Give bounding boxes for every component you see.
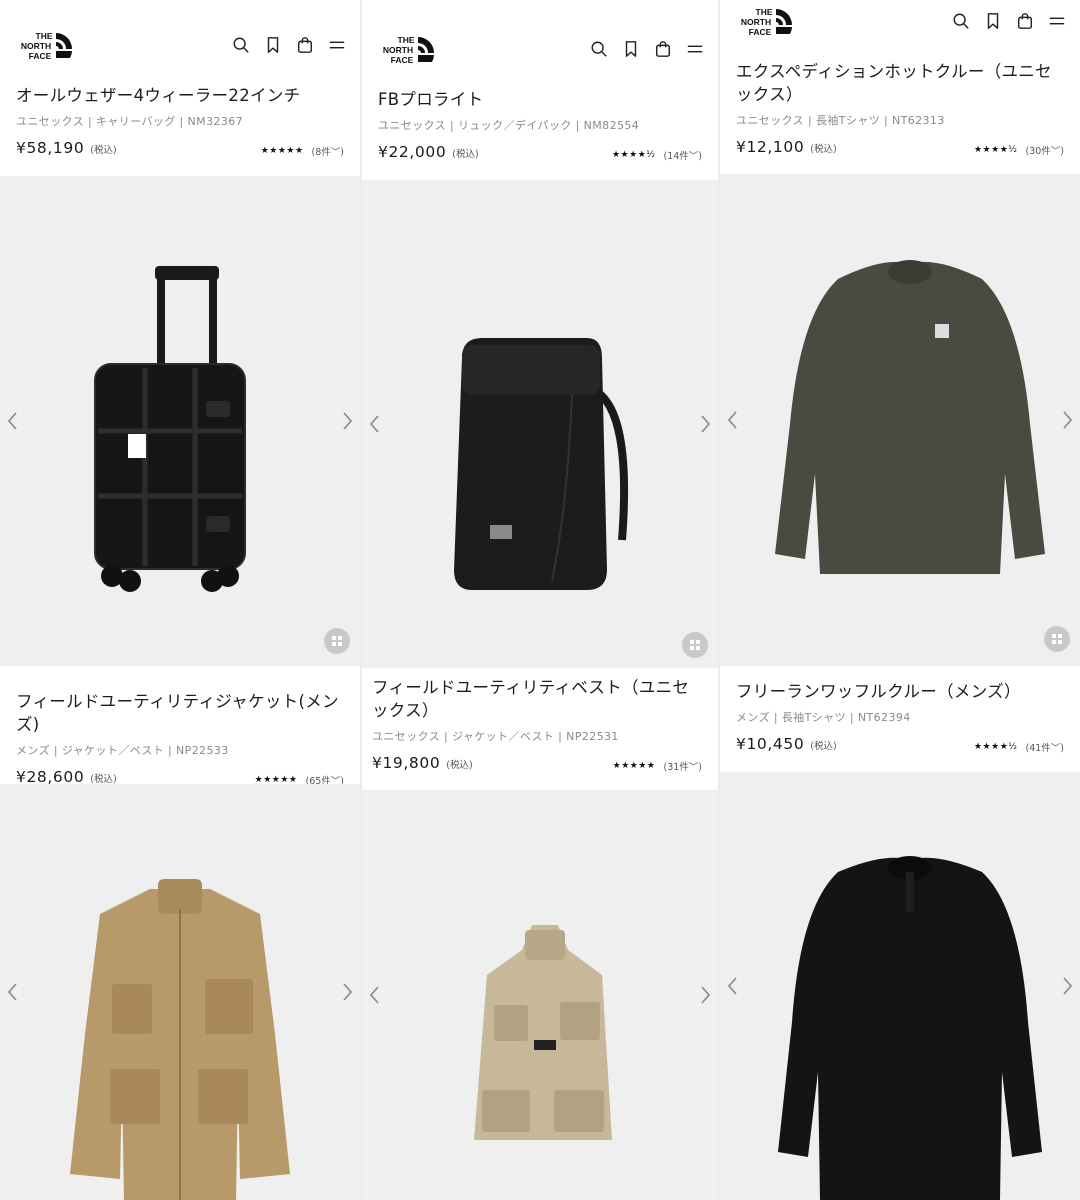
review-count[interactable]: (41件﹀) (1025, 740, 1064, 754)
product-image-carousel[interactable] (0, 176, 360, 666)
chevron-left-icon[interactable] (726, 974, 740, 998)
product-info[interactable]: フィールドユーティリティジャケット(メンズ) メンズ | ジャケット／ベスト |… (0, 690, 360, 787)
product-column-2: FBプロライト ユニセックス | リュック／デイパック | NM82554 ¥2… (362, 0, 718, 1200)
product-price: ¥10,450 (736, 735, 805, 753)
product-image-carousel[interactable] (720, 174, 1080, 666)
site-header (0, 10, 360, 80)
brand-logo[interactable] (14, 30, 74, 60)
chevron-right-icon[interactable] (698, 412, 712, 436)
grid-view-icon[interactable] (324, 628, 350, 654)
shopping-bag-icon[interactable] (1016, 12, 1034, 30)
search-icon[interactable] (232, 36, 250, 54)
backpack-image (454, 338, 629, 590)
bookmark-icon[interactable] (622, 40, 640, 58)
product-image-carousel[interactable] (362, 180, 718, 668)
rating[interactable]: ★★★★½ (14件﹀) (612, 148, 702, 162)
product-category: メンズ | ジャケット／ベスト | NP22533 (16, 744, 229, 757)
product-name[interactable]: フィールドユーティリティベスト（ユニセックス） (372, 676, 702, 722)
shopping-bag-icon[interactable] (296, 36, 314, 54)
shopping-bag-icon[interactable] (654, 40, 672, 58)
tax-included-label: (税込) (810, 144, 837, 155)
bookmark-icon[interactable] (264, 36, 282, 54)
product-category: メンズ | 長袖Tシャツ | NT62394 (736, 711, 911, 724)
rating[interactable]: ★★★★½ (30件﹀) (974, 143, 1064, 157)
rating-stars: ★★★★½ (973, 145, 1018, 155)
product-price: ¥12,100 (736, 138, 805, 156)
product-info[interactable]: フリーランワッフルクルー（メンズ） メンズ | 長袖Tシャツ | NT62394… (720, 680, 1080, 754)
grid-view-icon[interactable] (1044, 626, 1070, 652)
chevron-right-icon[interactable] (340, 409, 354, 433)
rating[interactable]: ★★★★½ (41件﹀) (974, 740, 1064, 754)
product-column-1: オールウェザー4ウィーラー22インチ ユニセックス | キャリーバッグ | NM… (0, 0, 360, 1200)
tax-included-label: (税込) (810, 741, 837, 752)
grid-view-icon[interactable] (682, 632, 708, 658)
rating-stars: ★★★★½ (973, 742, 1018, 752)
product-info[interactable]: フィールドユーティリティベスト（ユニセックス） ユニセックス | ジャケット／ベ… (362, 676, 718, 773)
rating[interactable]: ★★★★★ (31件﹀) (613, 759, 702, 773)
product-category: ユニセックス | リュック／デイパック | NM82554 (378, 119, 640, 132)
suitcase-image (94, 266, 246, 592)
product-info[interactable]: FBプロライト ユニセックス | リュック／デイパック | NM82554 ¥2… (362, 88, 718, 162)
hamburger-menu-icon[interactable] (1048, 12, 1066, 30)
site-header (362, 14, 718, 84)
chevron-left-icon[interactable] (6, 409, 20, 433)
product-image-carousel[interactable] (720, 772, 1080, 1200)
utility-vest-image (474, 925, 612, 1140)
review-count[interactable]: (31件﹀) (663, 759, 702, 773)
review-count[interactable]: (30件﹀) (1025, 143, 1064, 157)
product-category: ユニセックス | キャリーバッグ | NM32367 (16, 115, 244, 128)
rating[interactable]: ★★★★★ (8件﹀) (261, 144, 344, 158)
review-count[interactable]: (8件﹀) (312, 144, 344, 158)
product-column-3: エクスペディションホットクルー（ユニセックス） ユニセックス | 長袖Tシャツ … (720, 0, 1080, 1200)
product-name[interactable]: オールウェザー4ウィーラー22インチ (16, 84, 344, 107)
product-info[interactable]: エクスペディションホットクルー（ユニセックス） ユニセックス | 長袖Tシャツ … (720, 60, 1080, 157)
site-header (720, 0, 1080, 56)
product-name[interactable]: FBプロライト (378, 88, 702, 111)
product-name[interactable]: エクスペディションホットクルー（ユニセックス） (736, 60, 1064, 106)
hamburger-menu-icon[interactable] (686, 40, 704, 58)
brand-logo[interactable] (734, 6, 794, 36)
hamburger-menu-icon[interactable] (328, 36, 346, 54)
product-category: ユニセックス | 長袖Tシャツ | NT62313 (736, 114, 945, 127)
field-jacket-image (70, 879, 290, 1200)
rating-stars: ★★★★½ (611, 150, 656, 160)
chevron-left-icon[interactable] (6, 980, 20, 1004)
bookmark-icon[interactable] (984, 12, 1002, 30)
review-count[interactable]: (14件﹀) (663, 148, 702, 162)
product-info[interactable]: オールウェザー4ウィーラー22インチ ユニセックス | キャリーバッグ | NM… (0, 84, 360, 158)
product-price: ¥19,800 (372, 754, 441, 772)
chevron-left-icon[interactable] (726, 408, 740, 432)
brand-logo[interactable] (376, 34, 436, 64)
chevron-left-icon[interactable] (368, 983, 382, 1007)
crew-shirt-image (775, 260, 1045, 574)
chevron-right-icon[interactable] (1060, 408, 1074, 432)
chevron-right-icon[interactable] (1060, 974, 1074, 998)
rating-stars: ★★★★★ (612, 761, 656, 771)
search-icon[interactable] (952, 12, 970, 30)
product-image-carousel[interactable] (0, 784, 360, 1200)
waffle-crew-image (778, 856, 1042, 1200)
product-price: ¥58,190 (16, 139, 85, 157)
product-name[interactable]: フリーランワッフルクルー（メンズ） (736, 680, 1064, 703)
product-category: ユニセックス | ジャケット／ベスト | NP22531 (372, 730, 619, 743)
product-name[interactable]: フィールドユーティリティジャケット(メンズ) (16, 690, 344, 736)
tax-included-label: (税込) (90, 145, 117, 156)
product-price: ¥22,000 (378, 143, 447, 161)
chevron-right-icon[interactable] (340, 980, 354, 1004)
search-icon[interactable] (590, 40, 608, 58)
tax-included-label: (税込) (446, 760, 473, 771)
rating-stars: ★★★★★ (260, 146, 304, 156)
tax-included-label: (税込) (452, 149, 479, 160)
chevron-right-icon[interactable] (698, 983, 712, 1007)
chevron-left-icon[interactable] (368, 412, 382, 436)
product-image-carousel[interactable] (362, 790, 718, 1200)
